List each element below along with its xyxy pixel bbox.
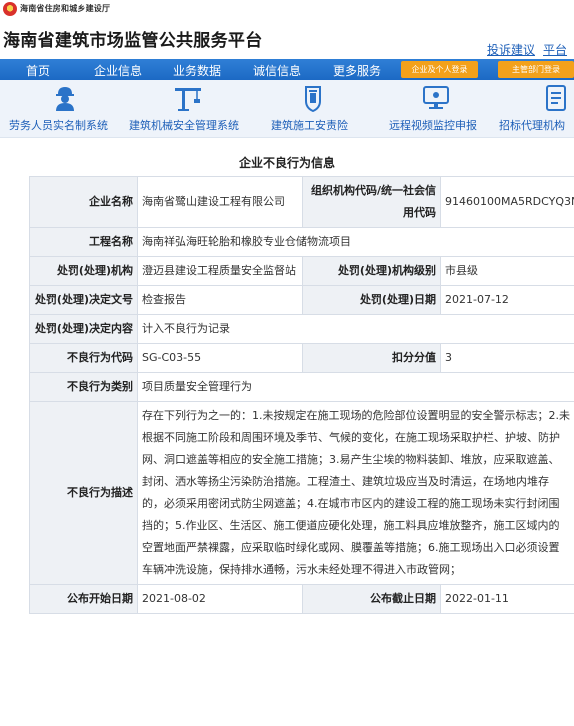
platform-title: 海南省建筑市场监管公共服务平台 — [3, 31, 263, 51]
org-code-value: 91460100MA5RDCYQ3N — [440, 176, 574, 228]
national-emblem-icon — [3, 2, 17, 16]
ministry-name: 海南省住房和城乡建设厅 — [20, 4, 111, 13]
quick-link-label: 劳务人员实名制系统 — [9, 119, 108, 132]
behavior-code-value: SG-C03-55 — [137, 343, 303, 373]
behavior-desc-label: 不良行为描述 — [29, 401, 138, 585]
deduction-label: 扣分分值 — [302, 343, 441, 373]
worker-icon — [56, 87, 74, 111]
table-row: 处罚(处理)决定内容 计入不良行为记录 — [29, 314, 574, 344]
quick-link-liability-insurance[interactable]: 建筑施工安责险 — [254, 80, 379, 138]
tower-crane-icon — [175, 88, 201, 111]
table-row: 工程名称 海南祥弘海旺轮胎和橡胶专业仓储物流项目 — [29, 227, 574, 257]
quick-link-label: 建筑施工安责险 — [271, 119, 348, 132]
penalty-date-label: 处罚(处理)日期 — [302, 285, 441, 315]
penalty-agency-level-value: 市县级 — [440, 256, 574, 286]
monitor-icon — [423, 86, 449, 109]
nav-enterprise-info[interactable]: 企业信息 — [94, 62, 142, 79]
complaint-link[interactable]: 投诉建议 — [487, 41, 535, 58]
quick-link-labor-realname[interactable]: 劳务人员实名制系统 — [0, 80, 125, 138]
company-name-label: 企业名称 — [29, 176, 138, 228]
quick-link-label: 招标代理机构 — [499, 119, 565, 132]
main-nav: 首页 企业信息 业务数据 诚信信息 更多服务 企业及个人登录 主管部门登录 — [0, 59, 574, 80]
enterprise-login-button[interactable]: 企业及个人登录 — [401, 61, 478, 78]
behavior-category-value: 项目质量安全管理行为 — [137, 372, 574, 402]
document-icon — [546, 85, 566, 111]
table-row: 不良行为描述 存在下列行为之一的：1.未按规定在施工现场的危险部位设置明显的安全… — [29, 401, 574, 585]
org-code-label: 组织机构代码/统一社会信用代码 — [302, 176, 441, 228]
publish-end-label: 公布截止日期 — [302, 584, 441, 614]
quick-link-video-monitoring[interactable]: 远程视频监控申报 — [381, 80, 491, 138]
deduction-value: 3 — [440, 343, 574, 373]
project-name-label: 工程名称 — [29, 227, 138, 257]
penalty-date-value: 2021-07-12 — [440, 285, 574, 315]
nav-more-services[interactable]: 更多服务 — [333, 62, 381, 79]
table-row: 公布开始日期 2021-08-02 公布截止日期 2022-01-11 — [29, 584, 574, 614]
quick-links: 劳务人员实名制系统 建筑机械安全管理系统 建筑施工安责险 远程视频监控申报 招标… — [0, 80, 574, 138]
penalty-agency-level-label: 处罚(处理)机构级别 — [302, 256, 441, 286]
table-row: 不良行为代码 SG-C03-55 扣分分值 3 — [29, 343, 574, 373]
publish-start-label: 公布开始日期 — [29, 584, 138, 614]
behavior-code-label: 不良行为代码 — [29, 343, 138, 373]
table-row: 企业名称 海南省鹭山建设工程有限公司 组织机构代码/统一社会信用代码 91460… — [29, 176, 574, 228]
quick-link-bidding-agency[interactable]: 招标代理机构 — [493, 80, 574, 138]
publish-start-value: 2021-08-02 — [137, 584, 303, 614]
behavior-desc-value: 存在下列行为之一的：1.未按规定在施工现场的危险部位设置明显的安全警示标志；2.… — [137, 401, 574, 585]
project-name-value: 海南祥弘海旺轮胎和橡胶专业仓储物流项目 — [137, 227, 574, 257]
table-row: 处罚(处理)决定文号 检查报告 处罚(处理)日期 2021-07-12 — [29, 285, 574, 315]
behavior-category-label: 不良行为类别 — [29, 372, 138, 402]
penalty-agency-value: 澄迈县建设工程质量安全监督站 — [137, 256, 303, 286]
section-title: 企业不良行为信息 — [238, 156, 335, 170]
quick-link-machinery-safety[interactable]: 建筑机械安全管理系统 — [127, 80, 252, 138]
nav-home[interactable]: 首页 — [26, 62, 50, 79]
decision-number-value: 检查报告 — [137, 285, 303, 315]
table-row: 处罚(处理)机构 澄迈县建设工程质量安全监督站 处罚(处理)机构级别 市县级 — [29, 256, 574, 286]
nav-credit-info[interactable]: 诚信信息 — [253, 62, 301, 79]
quick-link-label: 建筑机械安全管理系统 — [129, 119, 239, 132]
decision-number-label: 处罚(处理)决定文号 — [29, 285, 138, 315]
shield-building-icon — [305, 86, 321, 112]
quick-link-label: 远程视频监控申报 — [389, 119, 477, 132]
title-row: 海南省建筑市场监管公共服务平台 投诉建议 平台用 — [0, 19, 574, 74]
company-name-value: 海南省鹭山建设工程有限公司 — [137, 176, 303, 228]
penalty-agency-label: 处罚(处理)机构 — [29, 256, 138, 286]
nav-business-data[interactable]: 业务数据 — [173, 62, 221, 79]
publish-end-value: 2022-01-11 — [440, 584, 574, 614]
table-row: 不良行为类别 项目质量安全管理行为 — [29, 372, 574, 402]
top-strip: 海南省住房和城乡建设厅 — [0, 0, 574, 19]
decision-content-value: 计入不良行为记录 — [137, 314, 574, 344]
department-login-button[interactable]: 主管部门登录 — [498, 61, 574, 78]
decision-content-label: 处罚(处理)决定内容 — [29, 314, 138, 344]
bad-behavior-table: 企业名称 海南省鹭山建设工程有限公司 组织机构代码/统一社会信用代码 91460… — [29, 176, 574, 614]
